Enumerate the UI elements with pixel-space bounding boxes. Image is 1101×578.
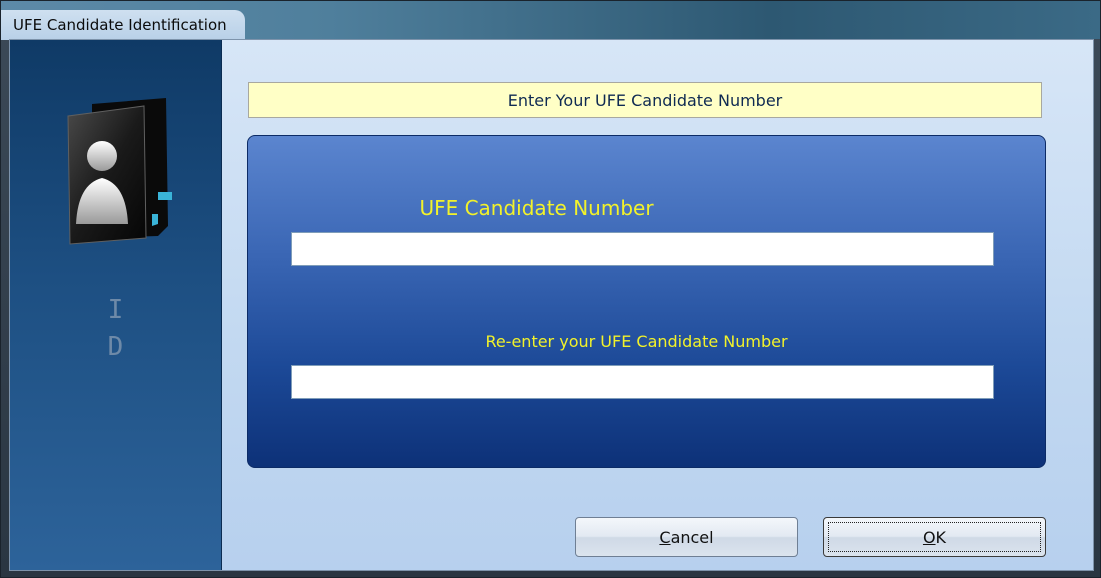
confirm-candidate-number-input[interactable] <box>291 365 994 399</box>
sidebar-letter-i: I <box>107 295 124 325</box>
sidebar: I D <box>10 40 222 570</box>
title-bar[interactable]: UFE Candidate Identification <box>1 1 1100 40</box>
window-title: UFE Candidate Identification <box>1 10 245 40</box>
ok-button[interactable]: OK <box>823 517 1046 557</box>
candidate-number-label: UFE Candidate Number <box>419 196 654 220</box>
sidebar-letter-d: D <box>107 332 124 362</box>
cancel-button-label: ancel <box>670 527 714 547</box>
instruction-banner: Enter Your UFE Candidate Number <box>248 82 1042 118</box>
candidate-number-input[interactable] <box>291 232 994 266</box>
confirm-candidate-number-label: Re-enter your UFE Candidate Number <box>485 332 788 351</box>
candidate-number-panel: UFE Candidate Number Re-enter your UFE C… <box>247 135 1046 468</box>
dialog-window: UFE Candidate Identification I D Enter Y… <box>0 0 1101 578</box>
user-folder-icon <box>67 98 172 245</box>
cancel-button-mnemonic: C <box>659 527 671 547</box>
ok-button-mnemonic: O <box>922 527 936 547</box>
cancel-button[interactable]: Cancel <box>575 517 798 557</box>
dialog-client-area: I D Enter Your UFE Candidate Number UFE … <box>9 39 1094 571</box>
ok-button-label: K <box>935 527 947 547</box>
